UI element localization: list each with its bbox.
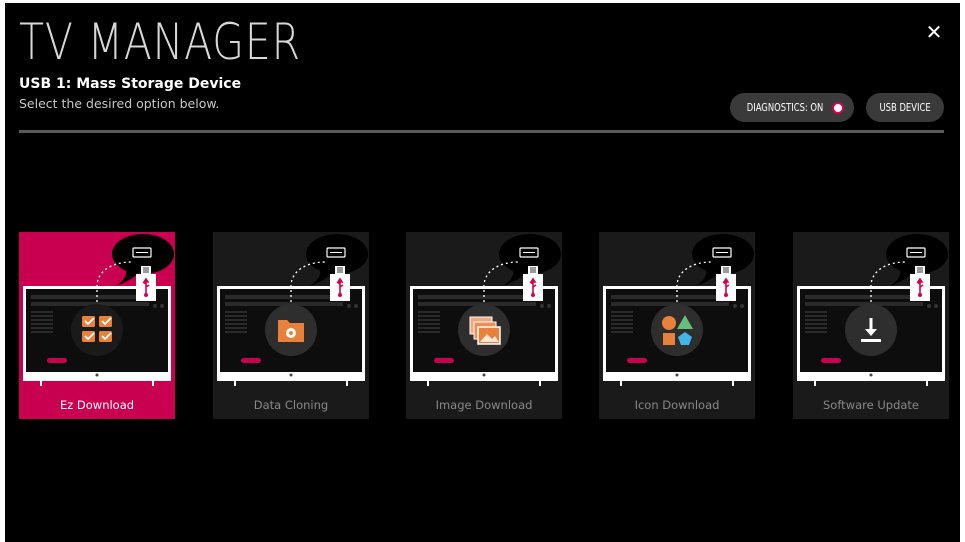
option-ez-download[interactable]: Ez Download	[19, 232, 175, 419]
option-label: Icon Download	[634, 398, 720, 412]
option-data-cloning[interactable]: Data Cloning	[213, 232, 369, 419]
option-icon-download[interactable]: Icon Download	[599, 232, 755, 419]
close-icon: ✕	[925, 20, 943, 44]
option-label: Software Update	[823, 398, 919, 412]
option-image-download[interactable]: Image Download	[406, 232, 562, 419]
instruction-text: Select the desired option below.	[19, 96, 220, 111]
diagnostics-button[interactable]: DIAGNOSTICS: ON	[730, 93, 854, 122]
usb-device-button[interactable]: USB DEVICE	[866, 93, 944, 122]
close-button[interactable]: ✕	[921, 19, 947, 45]
header-divider	[19, 130, 944, 133]
option-label: Data Cloning	[253, 398, 329, 412]
option-label: Ez Download	[59, 398, 135, 412]
folder-gear-icon	[278, 320, 304, 342]
diagnostics-label: DIAGNOSTICS: ON	[746, 101, 824, 114]
option-software-update[interactable]: Software Update	[793, 232, 949, 419]
tv-manager-screen: TV MANAGER USB 1: Mass Storage Device Se…	[5, 3, 960, 542]
diagnostics-status-icon	[832, 101, 845, 114]
device-subtitle: USB 1: Mass Storage Device	[19, 76, 242, 92]
option-label: Image Download	[435, 398, 533, 412]
usb-device-label: USB DEVICE	[879, 101, 931, 114]
page-title: TV MANAGER	[19, 13, 301, 71]
